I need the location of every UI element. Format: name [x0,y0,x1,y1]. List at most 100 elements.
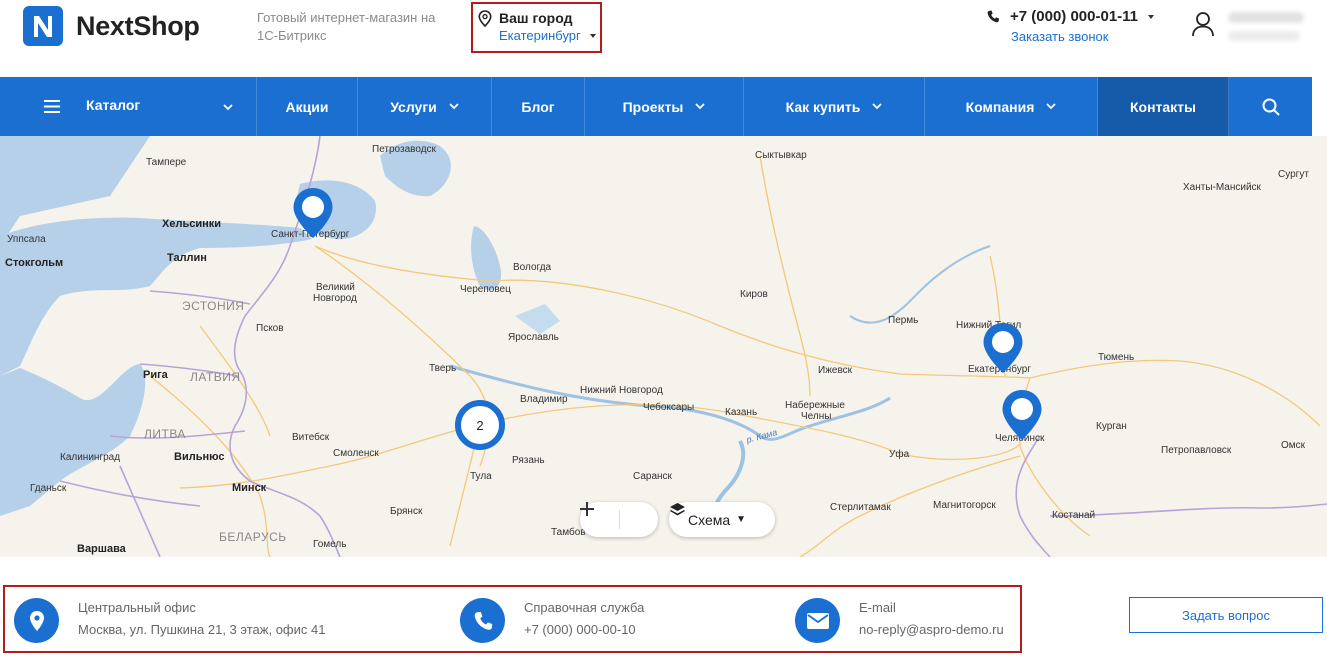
logo[interactable]: NextShop [23,6,200,46]
city-value[interactable]: Екатеринбург [499,28,581,43]
caret-down-icon: ▼ [736,514,747,525]
chevron-down-icon [872,103,882,110]
map-marker-chelyabinsk[interactable] [1001,389,1043,441]
map-marker-yekaterinburg[interactable] [982,322,1024,374]
support-title: Справочная служба [524,600,645,615]
brand-name: NextShop [76,10,200,41]
tagline: Готовый интернет-магазин на 1С-Битрикс [257,10,436,43]
map-label: Гомель [313,539,347,550]
map-label: Брянск [390,506,423,517]
logo-mark-icon [23,6,63,46]
map-label: Калининград [60,452,121,463]
map-label: Тампере [146,157,187,168]
map-label: Череповец [460,284,511,295]
user-info-blurred [1228,31,1300,41]
nav-label: Контакты [1129,98,1196,115]
nav-label: Каталог [86,97,141,113]
callback-link[interactable]: Заказать звонок [1011,29,1108,44]
map-label: Казань [725,407,758,418]
map-label: Таллин [167,252,207,264]
map-label: Ярославль [508,332,559,343]
zoom-control [580,502,658,537]
nav-gap [1312,77,1327,136]
chevron-down-icon [449,103,459,110]
phone-icon [987,10,999,23]
map-label: Ханты-Мансийск [1183,182,1261,193]
hamburger-menu-icon [44,100,60,113]
chevron-down-icon [223,104,233,111]
map-layer-selector[interactable]: Схема ▼ [669,502,775,537]
map-label: Рига [143,369,168,381]
map-label: Тюмень [1098,352,1135,363]
map-label: Ижевск [818,365,853,376]
nav-item-promotions[interactable]: Акции [257,77,358,136]
nav-label: Компания [965,98,1035,115]
search-icon [1262,98,1280,116]
nav-label: Как купить [785,98,861,115]
mail-icon [795,598,840,643]
chevron-down-icon [695,103,706,110]
map-label: ЛИТВА [144,427,186,441]
nav-item-company[interactable]: Компания [925,77,1098,136]
map-label: Великий [316,282,355,293]
map-cluster-marker[interactable]: 2 [455,400,505,450]
office-address: Москва, ул. Пушкина 21, 3 этаж, офис 41 [78,622,326,637]
support-phone[interactable]: +7 (000) 000-00-10 [524,622,636,637]
map-label: Варшава [77,543,126,555]
phone-circle-icon [460,598,505,643]
map-label: Тверь [429,363,457,374]
map-background [0,136,1327,557]
map-label: ЭСТОНИЯ [182,299,245,313]
map-label: Сыктывкар [755,150,807,161]
nav-search-button[interactable] [1229,77,1312,136]
header: NextShop Готовый интернет-магазин на 1С-… [0,0,1327,77]
map-label: Пермь [888,315,919,326]
nav-item-how-to-buy[interactable]: Как купить [744,77,925,136]
map-label: Вологда [513,262,552,273]
map-label: Саранск [633,471,672,482]
map[interactable]: Тампере Петрозаводск Сыктывкар Сургут Ха… [0,136,1327,557]
user-name-blurred [1228,12,1304,23]
map-label: Стокгольм [5,257,64,269]
map-label: Чебоксары [643,402,695,413]
nav-item-blog[interactable]: Блог [492,77,585,136]
nav-item-projects[interactable]: Проекты [585,77,744,136]
map-label: Челны [801,411,832,422]
map-label: Псков [256,323,284,334]
map-label: Набережные [785,400,845,411]
nav-item-contacts[interactable]: Контакты [1098,77,1229,136]
location-icon [14,598,59,643]
location-pin-icon [478,10,492,27]
header-phone[interactable]: +7 (000) 000-01-11 [1010,8,1138,25]
map-label: Тула [470,471,492,482]
map-label: Курган [1096,421,1127,432]
map-label: Гданьск [30,483,67,494]
email-title: E-mail [859,600,896,615]
layers-icon [670,503,685,516]
map-label: Хельсинки [162,218,221,230]
caret-down-icon[interactable] [1148,15,1154,19]
map-label: Нижний Новгород [580,385,663,396]
zoom-in-button[interactable] [580,502,658,537]
cluster-count: 2 [476,417,484,433]
main-nav: Каталог Акции Услуги Блог Проекты Как ку… [0,77,1312,136]
map-label: Магнитогорск [933,500,996,511]
city-selector[interactable]: Ваш город Екатеринбург [471,2,602,53]
map-label: БЕЛАРУСЬ [219,530,287,544]
map-label: Киров [740,289,768,300]
nav-item-catalog[interactable]: Каталог [0,77,257,136]
map-label: Омск [1281,440,1306,451]
ask-question-button[interactable]: Задать вопрос [1129,597,1323,633]
map-label: Уппсала [7,234,46,245]
email-address[interactable]: no-reply@aspro-demo.ru [859,622,1004,637]
nav-label: Блог [521,98,555,115]
map-marker-saint-petersburg[interactable] [292,187,334,239]
map-label: Смоленск [333,448,379,459]
chevron-down-icon [1046,103,1057,110]
user-icon[interactable] [1191,11,1215,37]
plus-icon [580,502,594,516]
map-layer-label: Схема [688,511,731,528]
map-label: Рязань [512,455,545,466]
nav-item-services[interactable]: Услуги [358,77,492,136]
map-label: Костанай [1052,510,1096,521]
